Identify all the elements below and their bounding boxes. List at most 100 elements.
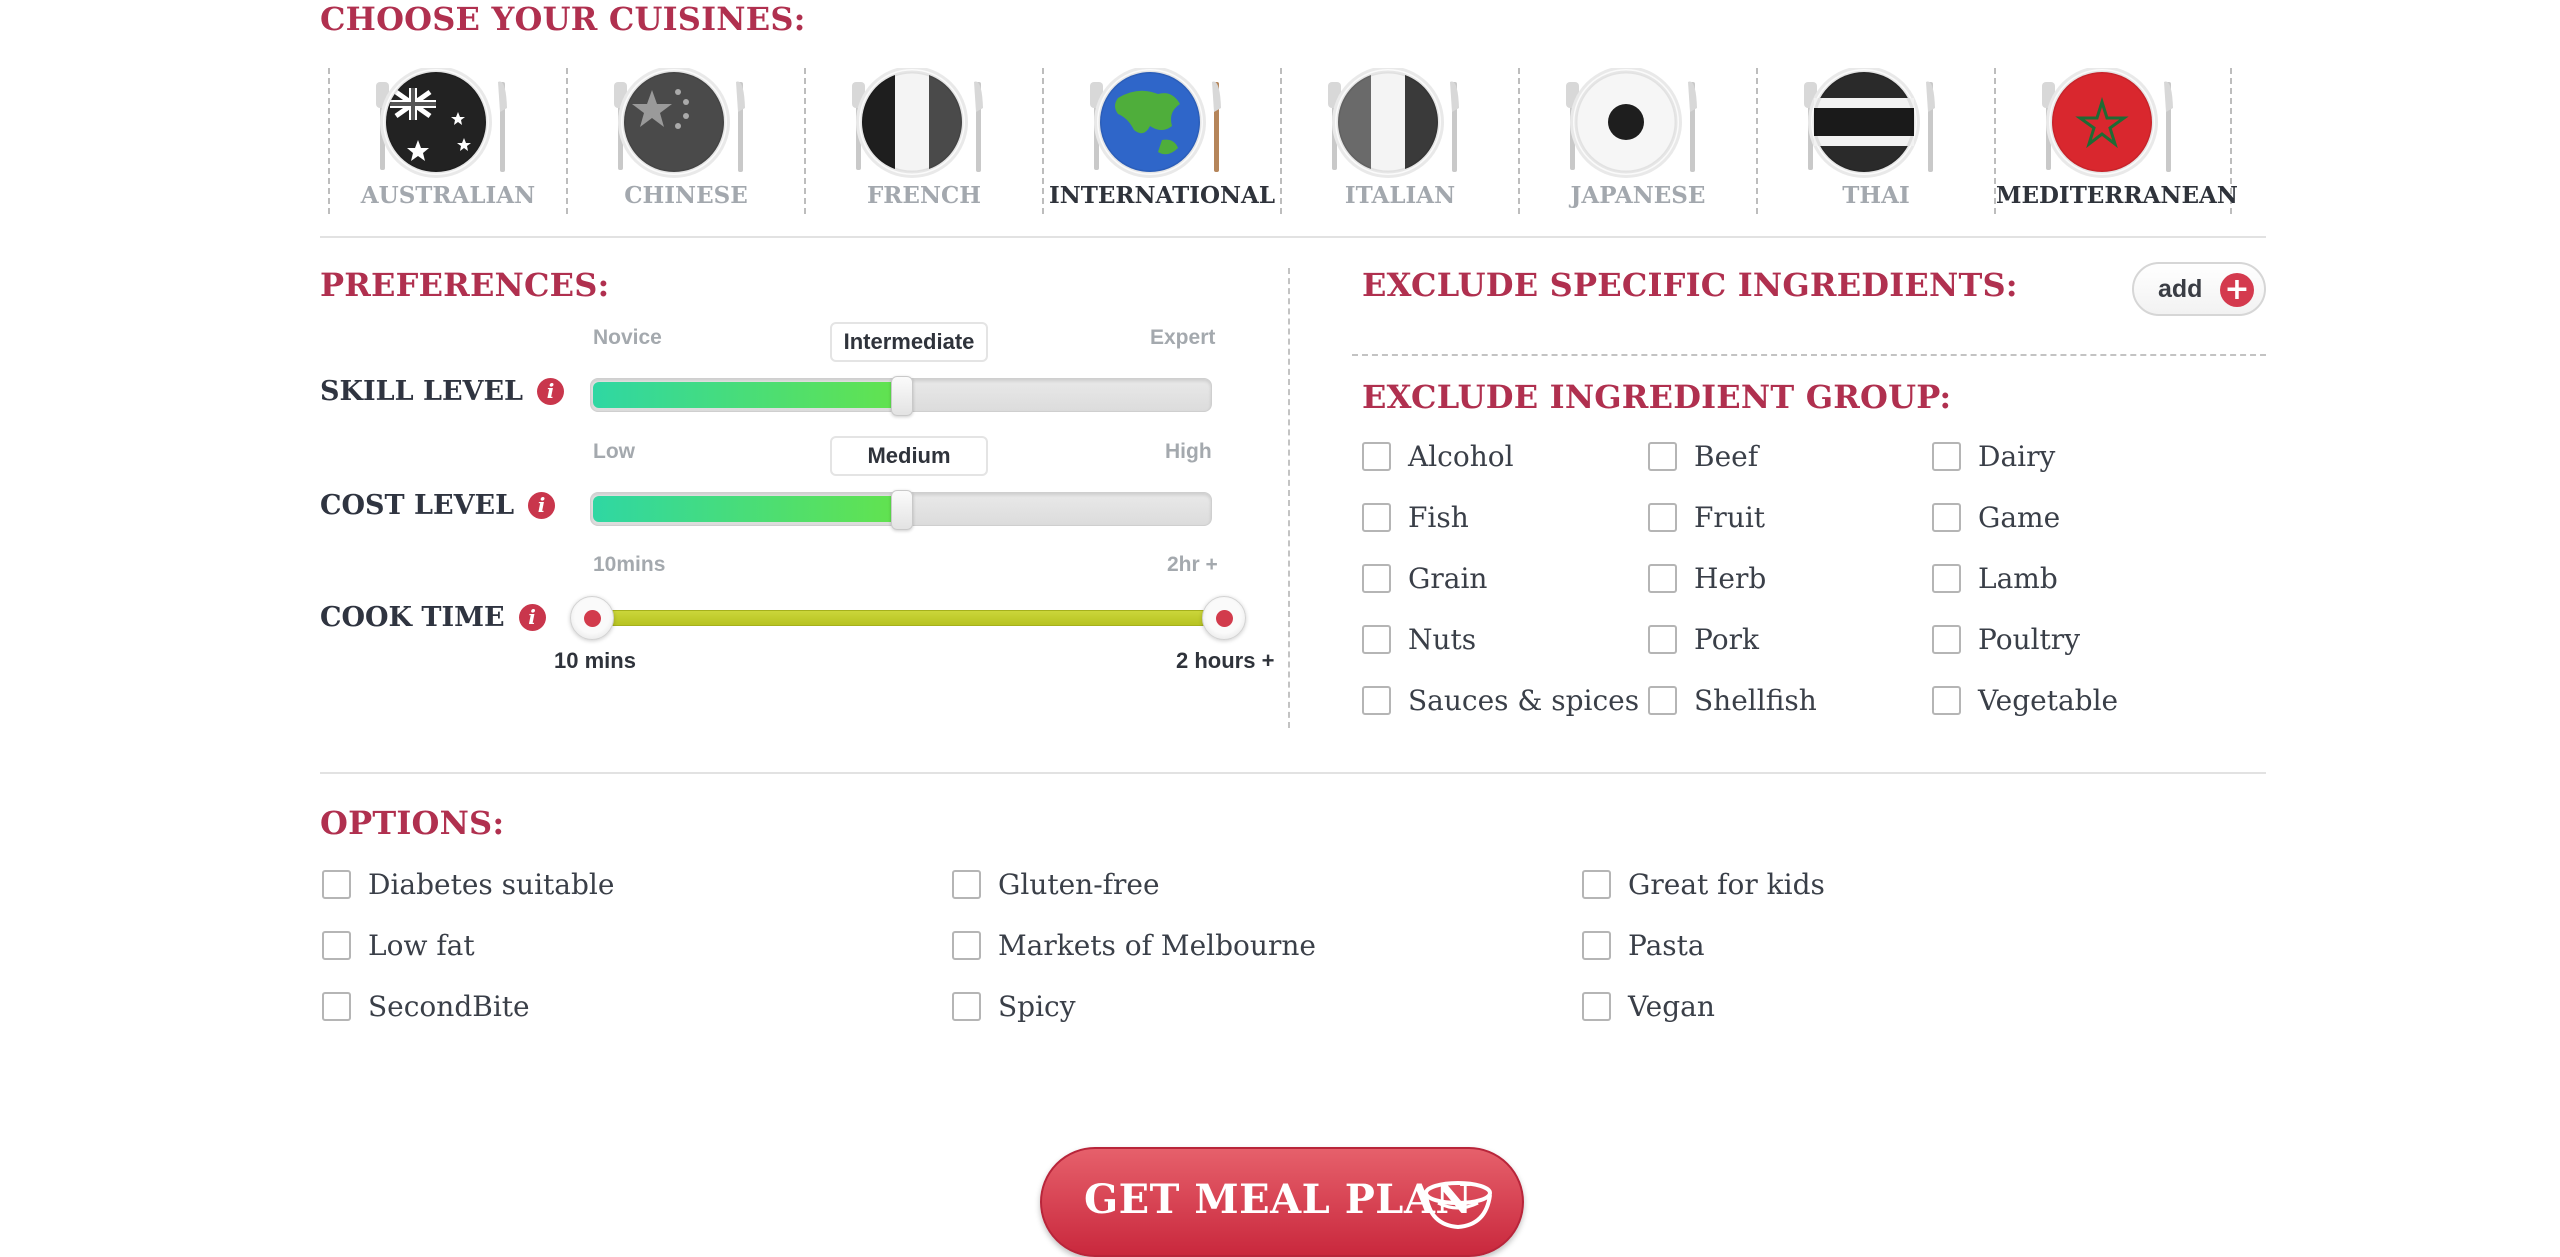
checkbox[interactable] <box>1648 442 1677 471</box>
exclude-group-vegetable[interactable]: Vegetable <box>1932 684 2118 717</box>
skill-level-label: SKILL LEVEL i <box>320 376 565 407</box>
get-meal-plan-label: GET MEAL PLAN <box>1084 1176 1473 1223</box>
cuisine-french[interactable]: FRENCH <box>804 68 1042 214</box>
option-great-for-kids[interactable]: Great for kids <box>1582 868 1825 901</box>
australia-flag-plate-icon <box>376 68 507 178</box>
cuisine-thai[interactable]: THAI <box>1756 68 1994 214</box>
info-icon[interactable]: i <box>528 492 556 519</box>
checkbox[interactable] <box>1932 564 1961 593</box>
checkbox-label: SecondBite <box>368 990 530 1023</box>
cost-slider-handle[interactable] <box>891 490 913 530</box>
checkbox[interactable] <box>1648 686 1677 715</box>
checkbox[interactable] <box>322 992 351 1021</box>
checkbox[interactable] <box>1648 625 1677 654</box>
cuisine-label: JAPANESE <box>1570 182 1706 209</box>
exclude-group-grain[interactable]: Grain <box>1362 562 1487 595</box>
france-flag-plate-icon <box>852 68 983 178</box>
checkbox-label: Alcohol <box>1408 440 1514 473</box>
exclude-group-nuts[interactable]: Nuts <box>1362 623 1476 656</box>
exclude-group-alcohol[interactable]: Alcohol <box>1362 440 1514 473</box>
exclude-group-game[interactable]: Game <box>1932 501 2060 534</box>
exclude-group-pork[interactable]: Pork <box>1648 623 1759 656</box>
option-secondbite[interactable]: SecondBite <box>322 990 530 1023</box>
cuisine-chinese[interactable]: CHINESE <box>566 68 804 214</box>
option-gluten-free[interactable]: Gluten-free <box>952 868 1160 901</box>
cuisine-label: AUSTRALIAN <box>360 182 536 209</box>
option-low-fat[interactable]: Low fat <box>322 929 475 962</box>
checkbox[interactable] <box>322 870 351 899</box>
checkbox[interactable] <box>1932 442 1961 471</box>
cook-time-label: COOK TIME i <box>320 602 546 633</box>
cuisine-label: INTERNATIONAL <box>1048 182 1276 209</box>
checkbox[interactable] <box>1932 503 1961 532</box>
checkbox-label: Game <box>1978 501 2061 534</box>
add-button-label: add <box>2158 275 2203 303</box>
cost-min-label: Low <box>593 440 635 463</box>
checkbox[interactable] <box>1362 686 1391 715</box>
cuisine-australian[interactable]: AUSTRALIAN <box>328 68 566 214</box>
cost-max-label: High <box>1165 440 1212 463</box>
info-icon[interactable]: i <box>537 378 565 405</box>
exclude-group-fish[interactable]: Fish <box>1362 501 1469 534</box>
cook-max-label: 2hr + <box>1167 553 1218 576</box>
cost-slider-fill <box>593 496 902 522</box>
exclude-group-fruit[interactable]: Fruit <box>1648 501 1765 534</box>
bowl-icon <box>1424 1181 1492 1230</box>
checkbox[interactable] <box>1932 625 1961 654</box>
checkbox-label: Nuts <box>1408 623 1477 656</box>
checkbox[interactable] <box>952 870 981 899</box>
option-spicy[interactable]: Spicy <box>952 990 1076 1023</box>
add-ingredient-button[interactable]: add + <box>2132 262 2266 316</box>
cook-time-range-slider[interactable] <box>590 610 1222 626</box>
checkbox[interactable] <box>1932 686 1961 715</box>
checkbox[interactable] <box>952 931 981 960</box>
cuisine-label: ITALIAN <box>1344 182 1456 209</box>
exclude-group-beef[interactable]: Beef <box>1648 440 1758 473</box>
option-markets-of-melbourne[interactable]: Markets of Melbourne <box>952 929 1316 962</box>
checkbox-label: Shellfish <box>1694 684 1817 717</box>
option-diabetes-suitable[interactable]: Diabetes suitable <box>322 868 614 901</box>
checkbox-label: Diabetes suitable <box>368 868 615 901</box>
checkbox-label: Lamb <box>1978 562 2058 595</box>
exclude-group-herb[interactable]: Herb <box>1648 562 1766 595</box>
cook-time-min-handle[interactable] <box>570 596 614 640</box>
checkbox[interactable] <box>1362 442 1391 471</box>
checkbox[interactable] <box>1362 564 1391 593</box>
exclude-group-shellfish[interactable]: Shellfish <box>1648 684 1817 717</box>
cook-time-max-handle[interactable] <box>1202 596 1246 640</box>
cuisine-italian[interactable]: ITALIAN <box>1280 68 1518 214</box>
checkbox[interactable] <box>1362 625 1391 654</box>
option-vegan[interactable]: Vegan <box>1582 990 1715 1023</box>
checkbox-label: Poultry <box>1978 623 2081 656</box>
checkbox[interactable] <box>1648 503 1677 532</box>
checkbox[interactable] <box>1582 992 1611 1021</box>
cost-slider[interactable] <box>590 490 1212 530</box>
checkbox[interactable] <box>1648 564 1677 593</box>
exclude-group-sauces-spices[interactable]: Sauces & spices <box>1362 684 1639 717</box>
option-pasta[interactable]: Pasta <box>1582 929 1705 962</box>
checkbox[interactable] <box>952 992 981 1021</box>
china-flag-plate-icon <box>614 68 745 178</box>
checkbox-label: Fruit <box>1694 501 1766 534</box>
divider <box>320 772 2266 774</box>
cost-value: Medium <box>830 436 988 476</box>
cuisine-mediterranean[interactable]: MEDITERRANEAN <box>1994 68 2238 214</box>
checkbox[interactable] <box>1582 931 1611 960</box>
checkbox[interactable] <box>1582 870 1611 899</box>
exclude-group-lamb[interactable]: Lamb <box>1932 562 2058 595</box>
exclude-group-poultry[interactable]: Poultry <box>1932 623 2080 656</box>
checkbox[interactable] <box>1362 503 1391 532</box>
get-meal-plan-button[interactable]: GET MEAL PLAN <box>1040 1147 1524 1257</box>
checkbox-label: Vegan <box>1628 990 1715 1023</box>
checkbox-label: Vegetable <box>1978 684 2119 717</box>
info-icon[interactable]: i <box>518 604 546 631</box>
exclude-ingredients-title: EXCLUDE SPECIFIC INGREDIENTS: <box>1362 266 2018 304</box>
preferences-title: PREFERENCES: <box>320 266 610 304</box>
skill-slider[interactable] <box>590 376 1212 416</box>
exclude-group-dairy[interactable]: Dairy <box>1932 440 2055 473</box>
skill-slider-handle[interactable] <box>891 376 913 416</box>
checkbox[interactable] <box>322 931 351 960</box>
divider <box>320 236 2266 238</box>
cuisine-international[interactable]: INTERNATIONAL <box>1042 68 1280 214</box>
cuisine-japanese[interactable]: JAPANESE <box>1518 68 1756 214</box>
